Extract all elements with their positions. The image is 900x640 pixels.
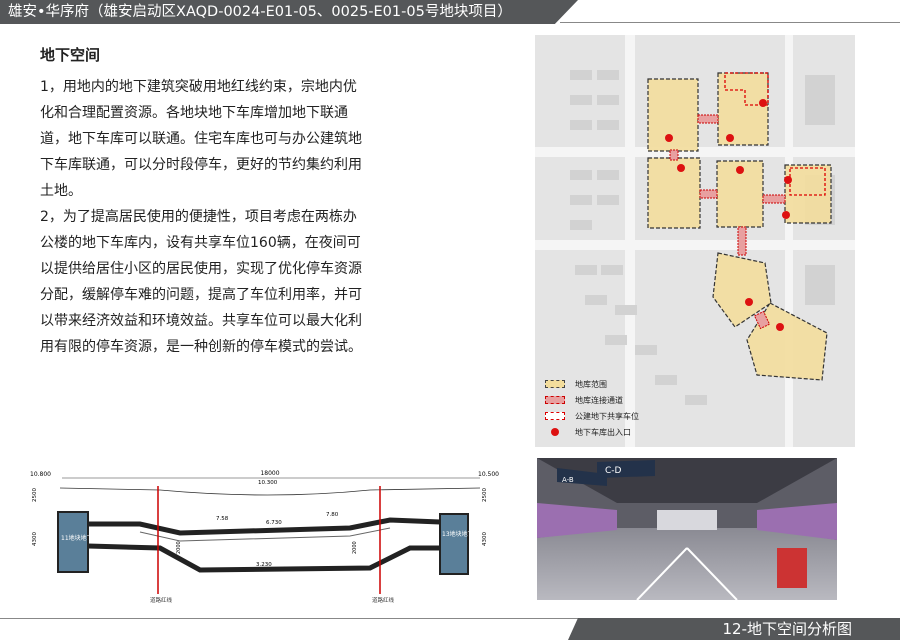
right-dim-top: 2500: [482, 488, 488, 502]
right-garage-label: 13地块地下车库: [442, 530, 486, 538]
header-rule: [560, 22, 900, 23]
left-elevation: 10.800: [30, 471, 51, 478]
mid-dim-c: 7.80: [326, 512, 339, 518]
left-dim-bottom: 4300: [32, 532, 38, 546]
mid-elevation: 10.300: [258, 480, 278, 486]
footer-bar: 12-地下空间分析图: [568, 618, 900, 640]
photo-sign-right: C-D: [605, 466, 622, 476]
left-garage-label: 11地块地下车库: [61, 534, 105, 542]
small-dim-b: 2000: [352, 541, 358, 554]
bottom-dim: 3.230: [256, 562, 272, 568]
body-text: 1，用地内的地下建筑突破用地红线约束，宗地内优化和合理配置资源。各地块地下车库增…: [40, 74, 366, 360]
section-heading: 地下空间: [40, 46, 101, 64]
paragraph-1: 1，用地内的地下建筑突破用地红线约束，宗地内优化和合理配置资源。各地块地下车库增…: [40, 79, 362, 199]
right-dim-bottom: 4300: [482, 532, 488, 546]
legend-swatch-connection: [545, 396, 565, 404]
legend-swatch-entrance: [551, 428, 559, 436]
header-bar: 雄安•华序府（雄安启动区XAQD-0024-E01-05、0025-E01-05…: [0, 0, 578, 24]
legend-swatch-shared: [545, 412, 565, 420]
header-title: 雄安•华序府（雄安启动区XAQD-0024-E01-05、0025-E01-05…: [8, 4, 512, 20]
map-legend: 地库范围 地库连接通道 公建地下共享车位 地下车库出入口: [545, 376, 639, 440]
garage-photo: A-B C-D: [537, 458, 837, 600]
left-dim-top: 2500: [32, 488, 38, 502]
small-dim-a: 2000: [176, 541, 182, 554]
legend-item-entrance: 地下车库出入口: [545, 424, 639, 440]
mid-dim-a: 7.58: [216, 516, 229, 522]
mid-dim-b: 6.730: [266, 520, 282, 526]
paragraph-2: 2，为了提高居民使用的便捷性，项目考虑在两栋办公楼的地下车库内，设有共享车位16…: [40, 209, 362, 355]
legend-item-area: 地库范围: [545, 376, 639, 392]
legend-swatch-area: [545, 380, 565, 388]
section-drawing: 18000 10.800 10.500 10.300 11地块地下车库 13地块…: [30, 466, 500, 606]
right-elevation: 10.500: [478, 471, 499, 478]
section-drawing-svg: 18000 10.800 10.500 10.300 11地块地下车库 13地块…: [30, 470, 499, 604]
red-line-left-label: 道路红线: [150, 596, 173, 604]
footer-rule: [0, 618, 580, 619]
legend-item-shared: 公建地下共享车位: [545, 408, 639, 424]
total-width-label: 18000: [260, 470, 279, 477]
legend-item-connection: 地库连接通道: [545, 392, 639, 408]
footer-title: 12-地下空间分析图: [722, 620, 852, 638]
garage-photo-svg: A-B C-D: [537, 458, 837, 600]
red-line-right-label: 道路红线: [372, 596, 395, 604]
photo-sign-left: A-B: [562, 476, 574, 484]
